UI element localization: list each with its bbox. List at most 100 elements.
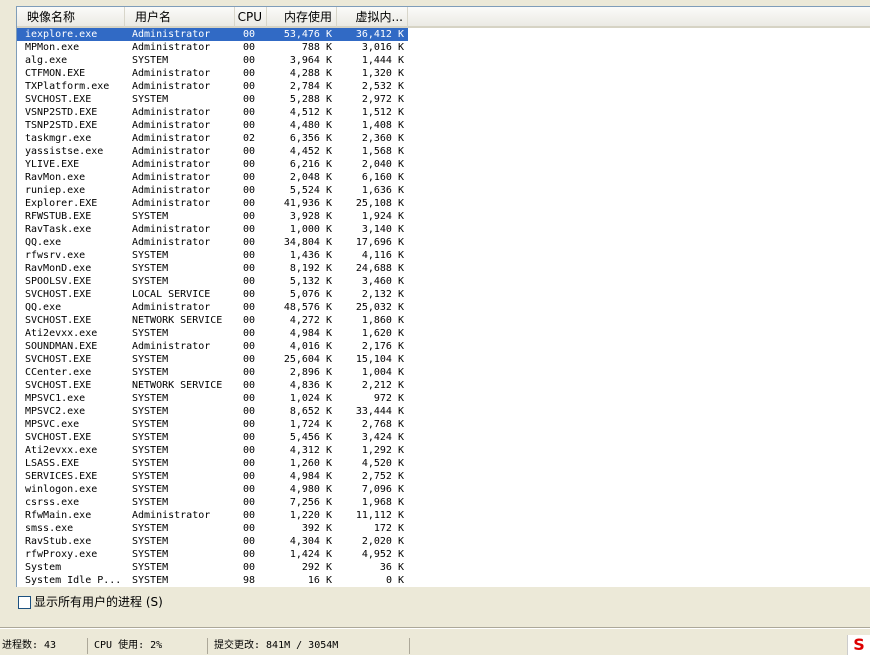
show-all-users-checkbox[interactable] [18, 596, 31, 609]
memory-usage-cell: 1,024 K [289, 393, 332, 404]
process-name-cell: alg.exe [25, 55, 68, 66]
virtual-memory-cell: 3,460 K [361, 276, 404, 287]
memory-usage-cell: 4,288 K [289, 68, 332, 79]
memory-usage-cell: 4,452 K [289, 146, 332, 157]
user-name-cell: Administrator [132, 198, 211, 209]
status-process-count: 进程数: 43 [0, 638, 88, 654]
memory-usage-cell: 7,256 K [289, 497, 332, 508]
memory-usage-cell: 25,604 K [283, 354, 332, 365]
column-cpu[interactable]: CPU [235, 7, 267, 27]
cpu-cell: 00 [243, 432, 256, 443]
memory-usage-cell: 1,436 K [289, 250, 332, 261]
process-name-cell: rfwsrv.exe [25, 250, 86, 261]
user-name-cell: Administrator [132, 133, 211, 144]
user-name-cell: Administrator [132, 42, 211, 53]
user-name-cell: Administrator [132, 341, 211, 352]
cpu-cell: 02 [243, 133, 256, 144]
cpu-cell: 00 [243, 510, 256, 521]
cpu-cell: 00 [243, 393, 256, 404]
cpu-cell: 00 [243, 484, 256, 495]
process-name-cell: LSASS.EXE [25, 458, 80, 469]
memory-usage-cell: 2,048 K [289, 172, 332, 183]
cpu-cell: 00 [243, 120, 256, 131]
memory-usage-cell: 53,476 K [283, 29, 332, 40]
virtual-memory-cell: 24,688 K [355, 263, 404, 274]
user-name-cell: Administrator [132, 159, 211, 170]
cpu-cell: 00 [243, 211, 256, 222]
virtual-memory-cell: 2,768 K [361, 419, 404, 430]
user-name-cell: SYSTEM [132, 94, 169, 105]
user-name-cell: Administrator [132, 185, 211, 196]
memory-usage-cell: 4,980 K [289, 484, 332, 495]
cpu-cell: 00 [243, 536, 256, 547]
column-virtual-memory[interactable]: 虚拟内... [337, 7, 408, 27]
memory-usage-cell: 5,456 K [289, 432, 332, 443]
process-name-cell: CCenter.exe [25, 367, 92, 378]
virtual-memory-cell: 1,292 K [361, 445, 404, 456]
process-list[interactable]: 映像名称 用户名 CPU 内存使用 虚拟内... iexplore.exe Adm… [16, 6, 870, 587]
process-name-cell: SVCHOST.EXE [25, 94, 92, 105]
virtual-memory-cell: 3,424 K [361, 432, 404, 443]
virtual-memory-cell: 1,620 K [361, 328, 404, 339]
user-name-cell: SYSTEM [132, 432, 169, 443]
process-name-cell: RavStub.exe [25, 536, 92, 547]
user-name-cell: SYSTEM [132, 354, 169, 365]
show-all-users-label[interactable]: 显示所有用户的进程 (S) [34, 594, 163, 610]
virtual-memory-cell: 0 K [385, 575, 404, 586]
virtual-memory-cell: 2,020 K [361, 536, 404, 547]
user-name-cell: Administrator [132, 107, 211, 118]
cpu-cell: 00 [243, 523, 256, 534]
virtual-memory-cell: 17,696 K [355, 237, 404, 248]
user-name-cell: SYSTEM [132, 419, 169, 430]
user-name-cell: Administrator [132, 81, 211, 92]
process-name-cell: smss.exe [25, 523, 74, 534]
user-name-cell: SYSTEM [132, 211, 169, 222]
memory-usage-cell: 2,896 K [289, 367, 332, 378]
memory-usage-cell: 4,836 K [289, 380, 332, 391]
virtual-memory-cell: 2,752 K [361, 471, 404, 482]
virtual-memory-cell: 1,968 K [361, 497, 404, 508]
user-name-cell: NETWORK SERVICE [132, 315, 223, 326]
process-name-cell: RFWSTUB.EXE [25, 211, 92, 222]
process-name-cell: taskmgr.exe [25, 133, 92, 144]
virtual-memory-cell: 36 K [379, 562, 404, 573]
virtual-memory-cell: 25,032 K [355, 302, 404, 313]
memory-usage-cell: 8,192 K [289, 263, 332, 274]
memory-usage-cell: 1,220 K [289, 510, 332, 521]
cpu-cell: 00 [243, 380, 256, 391]
memory-usage-cell: 6,356 K [289, 133, 332, 144]
table-row[interactable]: iexplore.exe Administrator 00 53,476 K 36,41… [17, 28, 408, 41]
column-user-name[interactable]: 用户名 [125, 7, 235, 27]
column-image-name[interactable]: 映像名称 [17, 7, 125, 27]
memory-usage-cell: 1,260 K [289, 458, 332, 469]
memory-usage-cell: 5,132 K [289, 276, 332, 287]
cpu-cell: 00 [243, 289, 256, 300]
process-name-cell: Ati2evxx.exe [25, 328, 98, 339]
virtual-memory-cell: 2,972 K [361, 94, 404, 105]
process-name-cell: SERVICES.EXE [25, 471, 98, 482]
cpu-cell: 00 [243, 276, 256, 287]
process-name-cell: YLIVE.EXE [25, 159, 80, 170]
user-name-cell: SYSTEM [132, 445, 169, 456]
user-name-cell: Administrator [132, 29, 211, 40]
memory-usage-cell: 3,928 K [289, 211, 332, 222]
memory-usage-cell: 48,576 K [283, 302, 332, 313]
virtual-memory-cell: 25,108 K [355, 198, 404, 209]
process-name-cell: csrss.exe [25, 497, 80, 508]
user-name-cell: SYSTEM [132, 328, 169, 339]
cpu-cell: 00 [243, 263, 256, 274]
virtual-memory-cell: 6,160 K [361, 172, 404, 183]
virtual-memory-cell: 1,512 K [361, 107, 404, 118]
process-name-cell: RavMonD.exe [25, 263, 92, 274]
column-memory-usage[interactable]: 内存使用 [267, 7, 337, 27]
cpu-cell: 00 [243, 224, 256, 235]
memory-usage-cell: 8,652 K [289, 406, 332, 417]
user-name-cell: SYSTEM [132, 471, 169, 482]
cpu-cell: 00 [243, 198, 256, 209]
process-name-cell: SVCHOST.EXE [25, 354, 92, 365]
process-name-cell: MPSVC2.exe [25, 406, 86, 417]
user-name-cell: Administrator [132, 120, 211, 131]
user-name-cell: Administrator [132, 68, 211, 79]
cpu-cell: 00 [243, 29, 256, 40]
virtual-memory-cell: 2,360 K [361, 133, 404, 144]
